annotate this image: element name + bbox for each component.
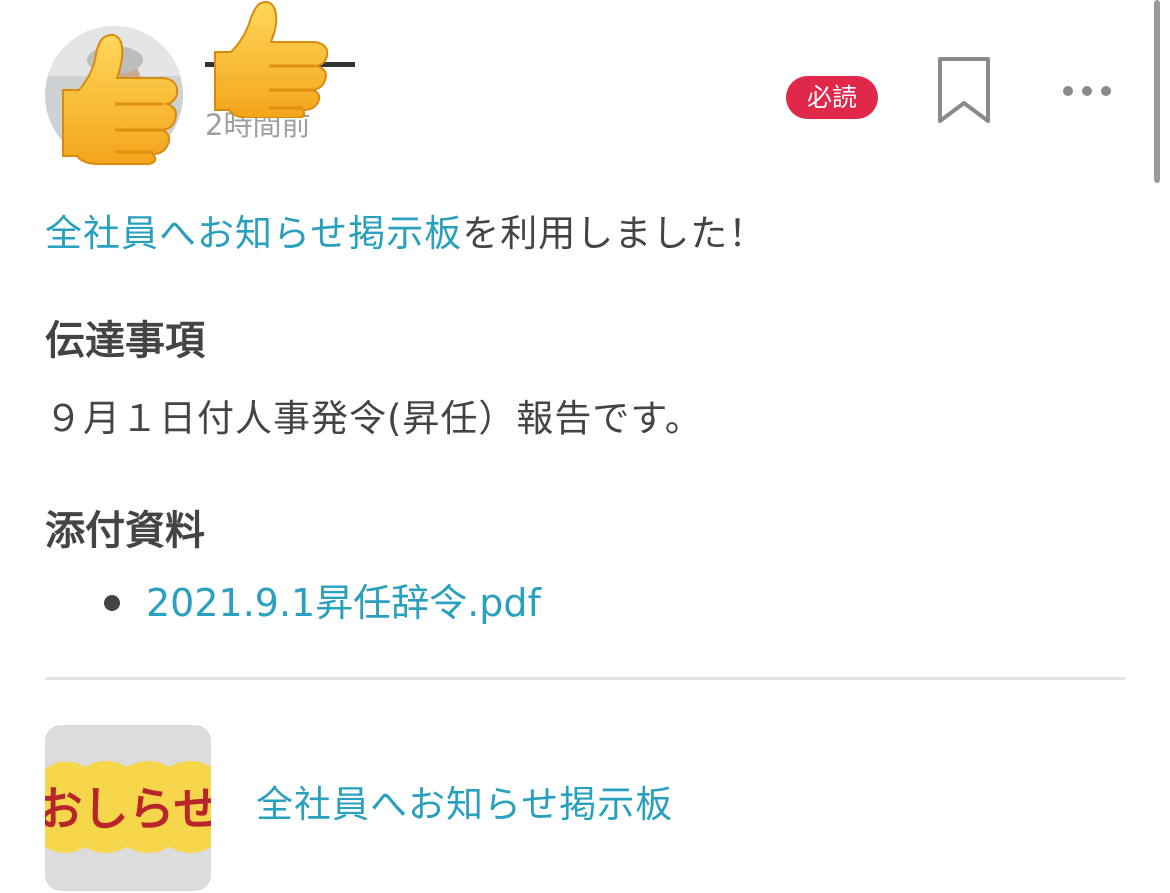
- scrollbar[interactable]: [1154, 0, 1160, 183]
- thumbs-up-emoji-icon: [62, 33, 179, 165]
- attachment-item: 2021.9.1昇任辞令.pdf: [104, 578, 541, 628]
- notice-body: ９月１日付人事発令(昇任）報告です。: [45, 397, 703, 440]
- attachment-link[interactable]: 2021.9.1昇任辞令.pdf: [146, 578, 541, 628]
- more-dots-icon[interactable]: [1058, 76, 1118, 106]
- board-logo-image: おしらせ: [45, 725, 211, 891]
- activity-suffix: を利用しました！: [462, 212, 767, 255]
- divider: [45, 677, 1125, 680]
- board-logo-text: おしらせ: [45, 782, 211, 836]
- section-heading-notice: 伝達事項: [45, 318, 205, 364]
- bookmark-icon[interactable]: [934, 55, 994, 127]
- board-link[interactable]: 全社員へお知らせ掲示板: [45, 212, 462, 255]
- attachment-list: 2021.9.1昇任辞令.pdf: [104, 578, 541, 628]
- activity-text: 全社員へお知らせ掲示板を利用しました！: [45, 210, 766, 258]
- post-card: 2時間前 必読 全社員へお知らせ掲示板を利用しました！ 伝達事項 ９月１日付人事…: [0, 0, 1170, 893]
- thumbs-up-emoji-icon: [214, 1, 329, 118]
- board-thumbnail[interactable]: おしらせ: [45, 725, 211, 891]
- section-heading-attachments: 添付資料: [45, 508, 205, 554]
- bullet-icon: [104, 595, 120, 611]
- must-read-badge: 必読: [786, 76, 878, 119]
- board-name-link[interactable]: 全社員へお知らせ掲示板: [256, 780, 673, 830]
